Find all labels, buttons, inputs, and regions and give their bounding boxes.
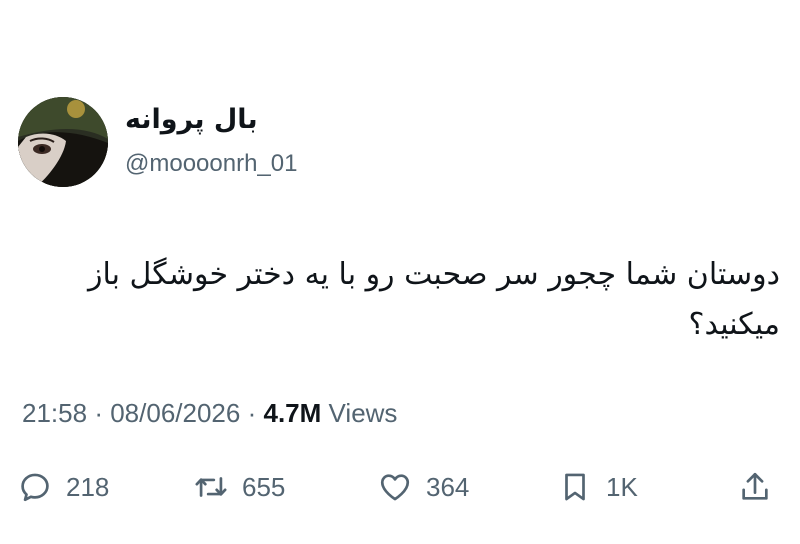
meta-separator: · (94, 398, 103, 428)
retweet-count: 655 (242, 471, 286, 502)
heart-icon (378, 470, 412, 504)
action-bar: 218 655 364 1K (0, 464, 800, 510)
reply-count: 218 (66, 471, 110, 502)
retweet-button[interactable]: 655 (194, 464, 285, 510)
avatar[interactable] (18, 97, 108, 187)
tweet-date[interactable]: 08/06/2026 (110, 398, 240, 428)
views-label: Views (328, 398, 398, 428)
like-count: 364 (426, 471, 470, 502)
reply-button[interactable]: 218 (18, 464, 109, 510)
tweet-time[interactable]: 21:58 (22, 398, 87, 428)
tweet-text: دوستان شما چجور سر صحبت رو با یه دختر خو… (88, 257, 780, 342)
bookmark-icon (558, 470, 592, 504)
display-name[interactable]: بال پروانه (125, 104, 258, 135)
bookmark-count: 1K (606, 471, 638, 502)
meta-separator: · (247, 398, 257, 428)
share-button[interactable] (738, 464, 772, 510)
tweet-metadata: 21:58 · 08/06/2026 · 4.7M Views (22, 398, 397, 429)
username-handle[interactable]: @moooonrh_01 (125, 150, 297, 178)
views-count: 4.7M (263, 398, 322, 428)
reply-icon (18, 470, 52, 504)
like-button[interactable]: 364 (378, 464, 469, 510)
retweet-icon (194, 470, 228, 504)
share-icon (738, 470, 772, 504)
bookmark-button[interactable]: 1K (558, 464, 638, 510)
